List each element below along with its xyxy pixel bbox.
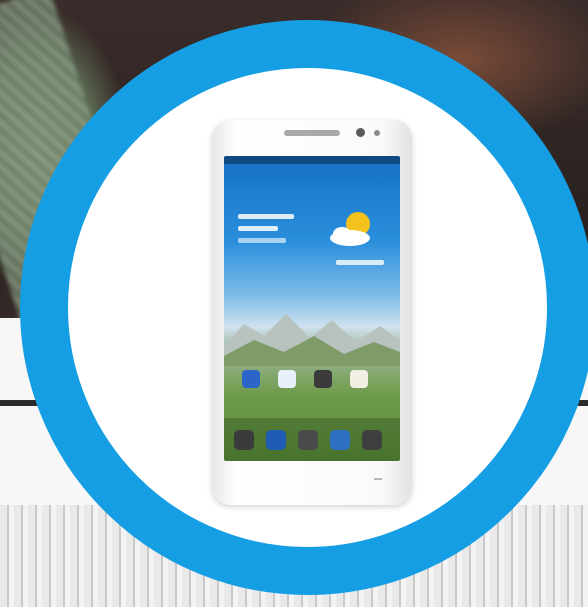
app-icon [242,370,260,388]
weather-text [336,260,384,265]
chin-detail [374,478,382,480]
mountain-wallpaper [224,314,400,366]
dock-icon [362,430,382,450]
front-camera [356,128,365,137]
dock-icon [298,430,318,450]
dock-icon [330,430,350,450]
weather-sun-cloud-icon [330,212,370,246]
photo-scene [0,0,588,607]
dock-icon [266,430,286,450]
smartphone [212,120,412,505]
status-bar [224,156,400,164]
phone-screen [224,156,400,461]
dock-icon [234,430,254,450]
app-icon [314,370,332,388]
app-icon [350,370,368,388]
proximity-sensor [374,130,380,136]
app-icon [278,370,296,388]
earpiece-speaker [284,130,340,136]
app-dock [224,418,400,461]
clock-widget-icon [238,210,302,250]
